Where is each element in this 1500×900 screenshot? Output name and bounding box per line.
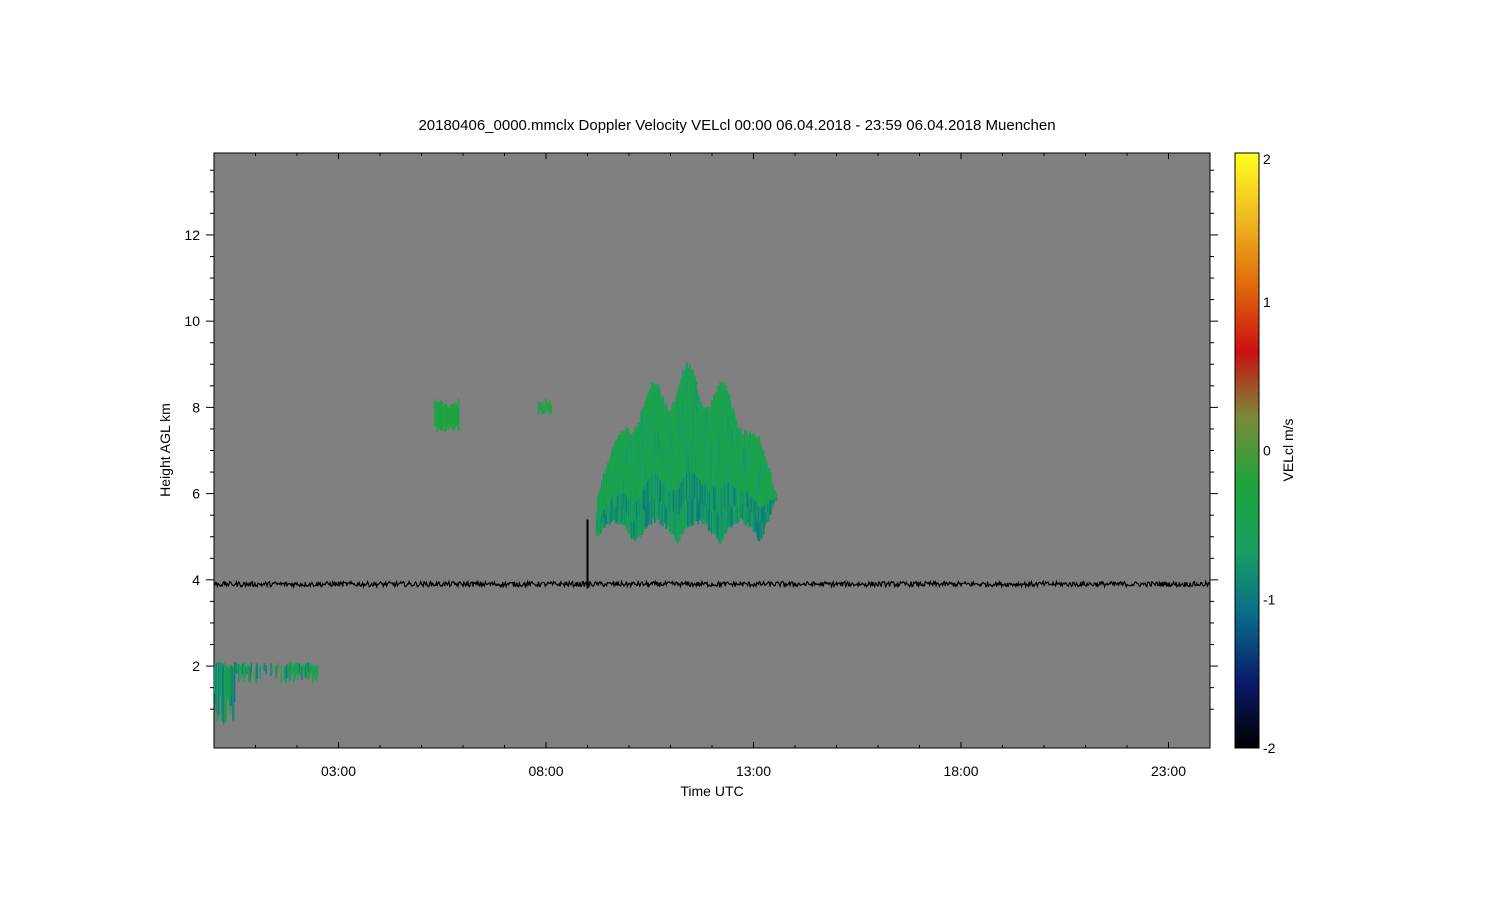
- main-cloud-cell: [775, 493, 777, 496]
- main-cloud-cell: [772, 484, 774, 489]
- colorbar-tick-label: -1: [1263, 591, 1276, 607]
- main-cloud-cell: [770, 507, 772, 515]
- low-cloud-cell: [316, 665, 319, 677]
- low-cloud-cell: [275, 665, 277, 679]
- x-tick-label: 18:00: [943, 763, 978, 779]
- y-tick-label: 10: [184, 313, 200, 329]
- colorbar-ticks: -2 -1 0 1 2: [1263, 151, 1276, 756]
- y-tick-label: 12: [184, 227, 200, 243]
- x-tick-label: 23:00: [1151, 763, 1186, 779]
- low-cloud-cell: [244, 665, 247, 678]
- y-tick-label: 6: [192, 486, 200, 502]
- cloud-patch-cell: [457, 398, 460, 431]
- colorbar-tick-label: 2: [1263, 151, 1271, 167]
- colorbar-tick-label: 0: [1263, 443, 1271, 459]
- x-tick-label: 13:00: [736, 763, 771, 779]
- low-cloud-cell: [277, 662, 279, 673]
- x-axis-label: Time UTC: [680, 783, 743, 799]
- radar-chart: 20180406_0000.mmclx Doppler Velocity VEL…: [157, 117, 1296, 799]
- colorbar-tick-label: -2: [1263, 740, 1276, 756]
- colorbar-label: VELcl m/s: [1280, 418, 1296, 481]
- colorbar: [1234, 152, 1260, 749]
- low-cloud-cell: [263, 662, 266, 671]
- chart-title: 20180406_0000.mmclx Doppler Velocity VEL…: [418, 117, 1055, 134]
- cloud-patch-cell: [543, 407, 546, 414]
- cloud-patch-cell: [550, 404, 552, 414]
- low-cloud-cell: [259, 665, 262, 679]
- low-cloud-cell: [280, 666, 282, 683]
- y-tick-label: 4: [192, 572, 200, 588]
- main-cloud-cell: [770, 472, 772, 480]
- x-tick-label: 08:00: [528, 763, 563, 779]
- low-cloud-cell: [265, 664, 267, 675]
- y-tick-label: 8: [192, 399, 200, 415]
- low-cloud-cell: [256, 663, 258, 679]
- low-cloud-cell: [271, 666, 273, 674]
- y-tick-label: 2: [192, 658, 200, 674]
- x-tick-label: 03:00: [321, 763, 356, 779]
- main-cloud-cell: [774, 490, 776, 493]
- y-axis-label: Height AGL km: [157, 403, 173, 497]
- low-cloud-cell: [250, 663, 252, 673]
- colorbar-tick-label: 1: [1263, 294, 1271, 310]
